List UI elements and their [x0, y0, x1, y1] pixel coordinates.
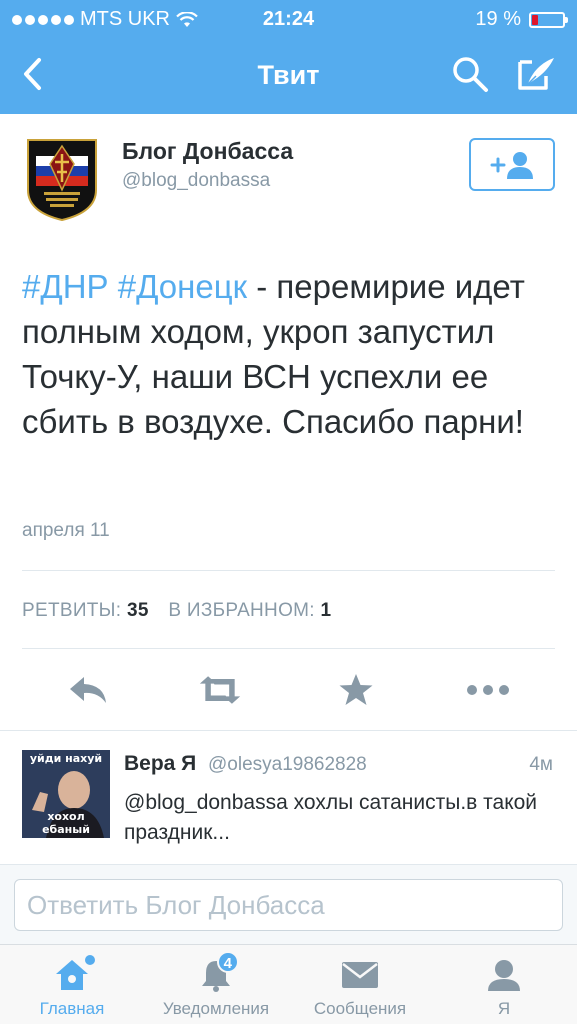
tab-notifications[interactable]: 4 Уведомления	[150, 945, 282, 1024]
reply-input[interactable]	[14, 879, 563, 931]
reply-avatar[interactable]: уйди нахуй хохол ебаный	[22, 750, 110, 838]
tab-me[interactable]: Я	[464, 945, 544, 1024]
page-title: Твит	[257, 60, 320, 90]
avatar-caption: уйди нахуй	[29, 752, 103, 765]
compose-icon	[518, 58, 554, 90]
retweet-icon	[199, 676, 241, 704]
tweet-stats: РЕТВИТЫ: 35 В ИЗБРАННОМ: 1	[22, 600, 331, 622]
hashtag-link[interactable]: #Донецк	[118, 268, 247, 305]
nav-bar: Твит	[0, 40, 577, 114]
reply-bar	[0, 864, 577, 944]
tab-messages[interactable]: Сообщения	[298, 945, 422, 1024]
more-dots-icon	[467, 685, 509, 695]
avatar-caption: хохол ебаный	[42, 810, 90, 836]
reply-icon	[70, 677, 106, 703]
more-button[interactable]	[466, 670, 510, 710]
battery-percent: 19 %	[475, 8, 521, 30]
header-bar: MTS UKR 21:24 19 % Твит	[0, 0, 577, 114]
tab-label: Главная	[39, 999, 105, 1018]
reply-time: 4м	[529, 754, 553, 775]
retweets-count[interactable]: 35	[127, 600, 149, 621]
add-user-icon	[490, 151, 533, 179]
author-avatar[interactable]	[22, 134, 102, 222]
divider	[0, 730, 577, 731]
divider	[22, 648, 555, 649]
search-button[interactable]	[450, 54, 490, 94]
tab-icon-wrap: 4	[191, 951, 241, 997]
favorite-button[interactable]	[334, 670, 378, 710]
retweets-label: РЕТВИТЫ:	[22, 600, 122, 621]
tweet-text: #ДНР #Донецк - перемирие идет полным ход…	[22, 264, 542, 444]
hashtag-link[interactable]: #ДНР	[22, 268, 109, 305]
reply-author-name[interactable]: Вера Я	[124, 752, 196, 776]
author-name[interactable]: Блог Донбасса	[122, 138, 293, 165]
status-right: 19 %	[475, 8, 568, 31]
retweet-button[interactable]	[198, 670, 242, 710]
tab-label: Я	[497, 999, 511, 1018]
reply-text: @blog_donbassa хохлы сатанисты.в такой п…	[124, 791, 538, 844]
tab-label: Уведомления	[162, 999, 270, 1018]
favorites-count[interactable]: 1	[320, 600, 331, 621]
status-bar: MTS UKR 21:24 19 %	[0, 0, 577, 40]
favorites-label: В ИЗБРАННОМ:	[168, 600, 315, 621]
notifications-badge: 4	[216, 951, 239, 973]
tab-bar: Главная 4 Уведомления Сообщения Я	[0, 944, 577, 1024]
compose-button[interactable]	[514, 54, 558, 94]
tab-icon-wrap	[479, 953, 529, 997]
profile-icon	[488, 960, 520, 991]
tab-icon-wrap	[335, 953, 385, 997]
home-icon	[56, 960, 88, 990]
reply-author-handle[interactable]: @olesya19862828	[208, 754, 367, 776]
battery-level-fill	[532, 14, 538, 25]
tab-home[interactable]: Главная	[22, 945, 122, 1024]
new-content-dot	[85, 955, 95, 965]
army-emblem-icon	[27, 139, 97, 222]
follow-button[interactable]	[469, 138, 555, 191]
reply-button[interactable]	[66, 670, 110, 710]
divider	[22, 570, 555, 571]
tweet-date: апреля 11	[22, 520, 110, 541]
star-icon	[339, 674, 373, 705]
search-icon	[453, 57, 488, 92]
tab-icon-wrap	[47, 953, 97, 997]
tab-label: Сообщения	[313, 999, 407, 1018]
author-handle[interactable]: @blog_donbassa	[122, 170, 270, 192]
battery-icon	[529, 11, 568, 28]
envelope-icon	[342, 962, 378, 988]
